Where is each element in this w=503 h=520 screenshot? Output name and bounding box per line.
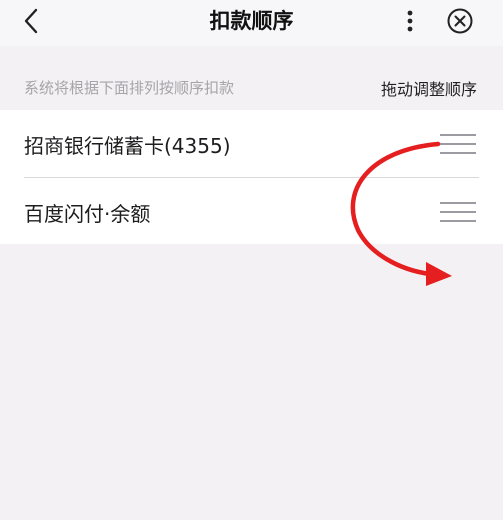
payment-method-label: 招商银行储蓄卡(4355) (24, 134, 231, 158)
close-button[interactable] (446, 7, 474, 35)
payment-method-label: 百度闪付·余额 (24, 202, 151, 226)
drag-adjust-label: 拖动调整顺序 (380, 80, 477, 99)
close-circle-icon (447, 8, 473, 34)
page-title: 扣款顺序 (209, 9, 294, 33)
header-bar: 扣款顺序 (0, 0, 503, 46)
more-button[interactable] (398, 6, 422, 36)
curved-arrow-annotation (350, 141, 452, 286)
deduction-hint: 系统将根据下面排列按顺序扣款 (24, 79, 235, 97)
more-vertical-icon (407, 10, 413, 32)
info-bar: 系统将根据下面排列按顺序扣款 拖动调整顺序 (0, 46, 503, 110)
